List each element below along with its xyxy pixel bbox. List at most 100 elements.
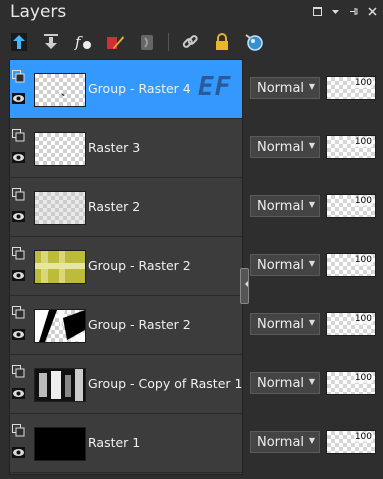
dropdown-arrow-icon: ▼	[308, 141, 315, 150]
layer-type-icon[interactable]	[12, 186, 25, 201]
pin-icon[interactable]	[349, 6, 358, 19]
layer-type-icon[interactable]	[12, 245, 25, 260]
maximize-icon[interactable]	[313, 6, 322, 19]
layer-row-icons	[12, 304, 30, 348]
layer-type-icon[interactable]	[12, 422, 25, 437]
opacity-slider[interactable]: 100	[326, 253, 376, 277]
layer-name: Group - Raster 2	[88, 317, 191, 332]
layer-name: Raster 1	[88, 435, 141, 450]
layer-row[interactable]: Group - Copy of Raster 1	[10, 355, 242, 414]
dropdown-arrow-icon: ▼	[308, 377, 315, 386]
visibility-eye-icon[interactable]	[12, 149, 25, 163]
opacity-value: 100	[353, 373, 373, 383]
opacity-slider[interactable]: 100	[326, 371, 376, 395]
layer-type-icon[interactable]	[12, 363, 25, 378]
layers-panel: Layers f Group - Raster 4 EF Raster 3 Ra…	[0, 0, 383, 479]
link-icon[interactable]	[179, 31, 201, 53]
blend-mode-select[interactable]: Normal ▼	[250, 313, 320, 335]
panel-title: Layers	[10, 2, 67, 22]
layer-thumbnail[interactable]	[34, 73, 86, 107]
move-layer-up-icon[interactable]	[8, 31, 30, 53]
opacity-slider[interactable]: 100	[326, 194, 376, 218]
opacity-value: 100	[353, 432, 373, 442]
layers-toolbar: f	[8, 30, 265, 54]
visibility-eye-icon[interactable]	[12, 444, 25, 458]
opacity-value: 100	[353, 78, 373, 88]
layer-row-icons	[12, 245, 30, 289]
opacity-slider[interactable]: 100	[326, 312, 376, 336]
layer-type-icon[interactable]	[12, 304, 25, 319]
layer-name: Raster 2	[88, 199, 141, 214]
layer-thumbnail[interactable]	[34, 309, 86, 343]
layer-controls: Normal ▼ 100	[250, 118, 380, 176]
visibility-eye-icon[interactable]	[12, 267, 25, 281]
layer-controls: Normal ▼ 100	[250, 177, 380, 235]
layer-list[interactable]: Group - Raster 4 EF Raster 3 Raster 2 Group …	[9, 59, 243, 475]
layer-row-icons	[12, 127, 30, 171]
dropdown-arrow-icon: ▼	[308, 318, 315, 327]
layer-styles-icon[interactable]: f	[72, 31, 94, 53]
layer-row[interactable]: Group - Raster 4 EF	[10, 60, 242, 119]
visibility-eye-icon[interactable]	[12, 385, 25, 399]
layer-row[interactable]: Raster 2	[10, 178, 242, 237]
layer-thumbnail[interactable]	[34, 132, 86, 166]
layer-name: Group - Raster 2	[88, 258, 191, 273]
opacity-slider[interactable]: 100	[326, 430, 376, 454]
close-icon[interactable]	[368, 6, 377, 19]
blend-mode-value: Normal	[257, 139, 305, 155]
layer-thumbnail[interactable]	[34, 191, 86, 225]
visibility-eye-icon[interactable]	[12, 90, 25, 104]
window-controls	[313, 6, 377, 19]
edit-layer-icon[interactable]	[104, 31, 126, 53]
blend-mode-select[interactable]: Normal ▼	[250, 372, 320, 394]
visibility-eye-icon[interactable]	[12, 208, 25, 222]
dropdown-arrow-icon: ▼	[308, 82, 315, 91]
opacity-slider[interactable]: 100	[326, 135, 376, 159]
layer-type-icon[interactable]	[12, 127, 25, 142]
opacity-slider[interactable]: 100	[326, 76, 376, 100]
layer-row-icons	[12, 68, 30, 112]
blend-mode-select[interactable]: Normal ▼	[250, 77, 320, 99]
layer-row-icons	[12, 422, 30, 466]
opacity-value: 100	[353, 137, 373, 147]
blend-mode-select[interactable]: Normal ▼	[250, 431, 320, 453]
blend-mode-value: Normal	[257, 375, 305, 391]
layer-properties-column: Normal ▼ 100 Normal ▼ 100 Normal ▼ 100 Normal ▼ 100…	[250, 59, 380, 473]
layer-row[interactable]: Raster 3	[10, 119, 242, 178]
move-layer-down-icon[interactable]	[40, 31, 62, 53]
blend-mode-select[interactable]: Normal ▼	[250, 136, 320, 158]
opacity-value: 100	[353, 255, 373, 265]
layer-row[interactable]: Group - Raster 2	[10, 296, 242, 355]
blend-mode-select[interactable]: Normal ▼	[250, 254, 320, 276]
blend-mode-value: Normal	[257, 198, 305, 214]
dropdown-arrow-icon: ▼	[308, 436, 315, 445]
layer-row[interactable]: Group - Raster 2	[10, 237, 242, 296]
blend-mode-select[interactable]: Normal ▼	[250, 195, 320, 217]
layer-thumbnail[interactable]	[34, 368, 86, 402]
opacity-value: 100	[353, 314, 373, 324]
layer-thumbnail[interactable]	[34, 250, 86, 284]
mask-icon[interactable]	[136, 31, 158, 53]
new-layer-icon[interactable]	[243, 31, 265, 53]
visibility-eye-icon[interactable]	[12, 326, 25, 340]
layer-name: Raster 3	[88, 140, 141, 155]
opacity-value: 100	[353, 196, 373, 206]
blend-mode-value: Normal	[257, 257, 305, 273]
layer-type-icon[interactable]	[12, 68, 25, 83]
blend-mode-value: Normal	[257, 80, 305, 96]
menu-arrow-icon[interactable]	[332, 6, 339, 19]
layer-row-icons	[12, 363, 30, 407]
lock-icon[interactable]	[211, 31, 233, 53]
toolbar-separator	[168, 33, 169, 51]
svg-text:f: f	[74, 33, 83, 51]
layer-name: Group - Raster 4	[88, 81, 191, 96]
layer-row[interactable]: Raster 1	[10, 414, 242, 473]
dropdown-arrow-icon: ▼	[308, 259, 315, 268]
layer-row-icons	[12, 186, 30, 230]
blend-mode-value: Normal	[257, 316, 305, 332]
blend-mode-value: Normal	[257, 434, 305, 450]
layer-controls: Normal ▼ 100	[250, 413, 380, 471]
layer-controls: Normal ▼ 100	[250, 59, 380, 117]
layer-thumbnail[interactable]	[34, 427, 86, 461]
panel-splitter-handle[interactable]	[240, 268, 249, 304]
